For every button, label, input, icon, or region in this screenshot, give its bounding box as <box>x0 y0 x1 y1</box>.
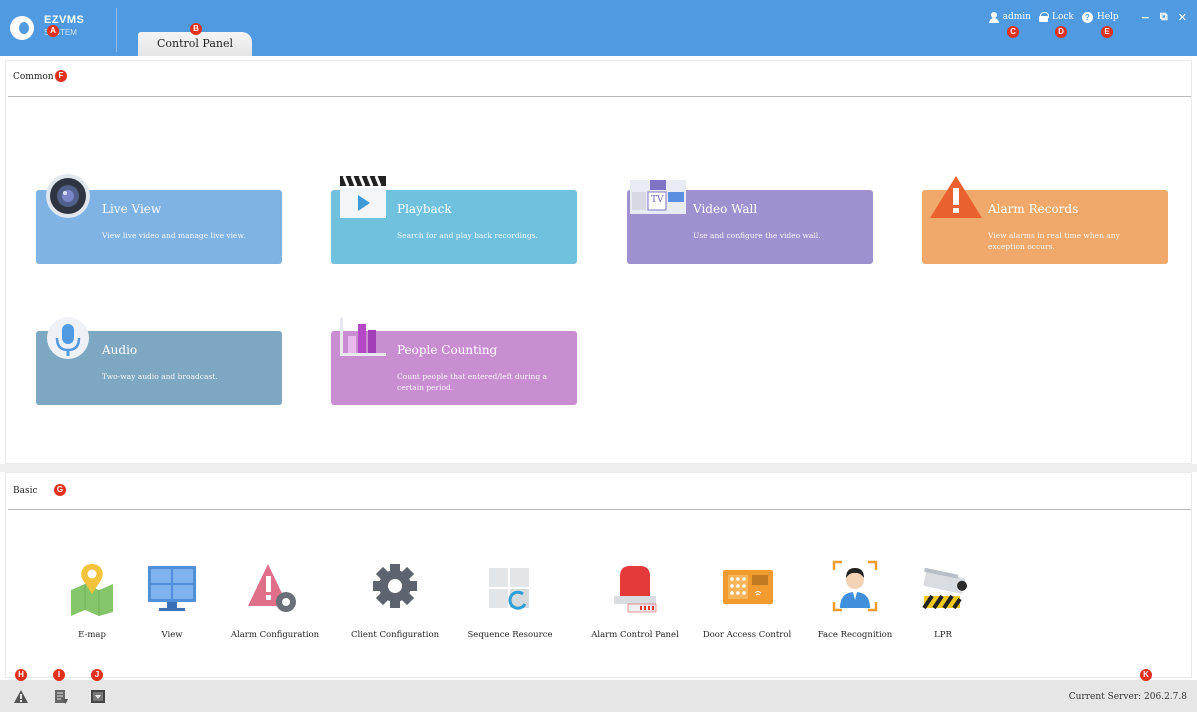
lock-icon <box>1038 12 1049 22</box>
section-gap <box>0 464 1197 472</box>
clapper-icon <box>340 175 386 218</box>
callout-badge-h: H <box>15 669 27 681</box>
logo-text: EZVMS <box>44 14 85 26</box>
tile-audio-title: Audio <box>102 343 138 357</box>
help-icon: ? <box>1081 11 1093 23</box>
svg-text:TV: TV <box>651 195 664 205</box>
server-label: Current Server: <box>1068 692 1142 702</box>
server-ip: 206.2.7.8 <box>1144 692 1187 702</box>
common-divider <box>8 96 1191 97</box>
user-name: admin <box>1002 12 1031 22</box>
tile-alarm-records-desc: View alarms in real time when any except… <box>988 231 1120 251</box>
alarm-gear-icon <box>248 564 296 612</box>
tile-live-view-desc: View live video and manage live view. <box>102 231 246 240</box>
user-menu[interactable]: admin <box>988 11 1031 23</box>
keypad-icon <box>723 570 773 604</box>
tile-live-view-title: Live View <box>102 202 162 216</box>
video-wall-icon: TV <box>630 180 686 214</box>
callout-badge-i: I <box>53 669 65 681</box>
log-icon[interactable] <box>54 690 68 704</box>
tile-alarm-records-title: Alarm Records <box>988 202 1079 216</box>
basic-item-lpr-label: LPR <box>934 630 952 640</box>
callout-badge-f: F <box>55 70 67 82</box>
callout-badge-j: J <box>91 669 103 681</box>
callout-badge-d: D <box>1055 26 1067 38</box>
current-server: Current Server: 206.2.7.8 <box>1069 692 1187 702</box>
gear-icon <box>373 564 417 608</box>
basic-item-view-label: View <box>161 630 183 640</box>
lock-label: Lock <box>1051 12 1074 22</box>
tile-video-wall-title: Video Wall <box>693 202 758 216</box>
alarm-warning-icon <box>930 176 982 218</box>
bar-chart-icon <box>340 318 386 356</box>
user-toolbar: admin Lock ? Help − ⧉ ✕ <box>981 10 1187 24</box>
minimize-button[interactable]: − <box>1141 11 1150 24</box>
status-bar: Current Server: 206.2.7.8 <box>0 680 1197 712</box>
basic-item-sequence-resource-label: Sequence Resource <box>467 630 553 640</box>
callout-badge-e: E <box>1101 26 1113 38</box>
lpr-camera-icon <box>922 567 968 610</box>
download-icon[interactable] <box>91 690 105 703</box>
logo-icon <box>10 16 34 40</box>
lock-button[interactable]: Lock <box>1038 12 1074 22</box>
basic-item-door-access-control-label: Door Access Control <box>702 630 792 640</box>
close-button[interactable]: ✕ <box>1178 11 1187 24</box>
tile-people-counting-desc: Count people that entered/left during a … <box>397 372 547 392</box>
tile-people-counting-title: People Counting <box>397 343 498 357</box>
basic-item-alarm-configuration-label: Alarm Configuration <box>230 630 320 640</box>
basic-item-client-configuration-label: Client Configuration <box>350 630 440 640</box>
tile-video-wall-desc: Use and configure the video wall. <box>693 231 821 240</box>
help-label: Help <box>1096 12 1119 22</box>
tab-control-panel[interactable]: Control Panel <box>138 32 252 56</box>
monitor-grid-icon <box>148 566 196 611</box>
app-logo: EZVMS SYSTEM <box>10 14 120 44</box>
restore-button[interactable]: ⧉ <box>1160 10 1168 24</box>
callout-badge-a: A <box>47 25 59 37</box>
tile-playback-title: Playback <box>397 202 452 216</box>
siren-icon <box>614 566 657 613</box>
map-pin-icon <box>71 564 113 616</box>
callout-badge-c: C <box>1007 26 1019 38</box>
alarm-icon[interactable] <box>14 690 28 703</box>
face-scan-icon <box>832 560 878 612</box>
callout-badge-g: G <box>54 484 66 496</box>
basic-divider <box>8 509 1191 510</box>
common-section-title: Common <box>13 72 54 82</box>
microphone-icon <box>47 317 89 359</box>
help-button[interactable]: ? Help <box>1081 11 1119 23</box>
user-icon <box>988 11 999 23</box>
tile-audio-desc: Two-way audio and broadcast. <box>102 372 218 381</box>
title-divider <box>116 8 117 52</box>
camera-icon <box>46 174 90 218</box>
basic-item-alarm-control-panel-label: Alarm Control Panel <box>591 630 679 640</box>
callout-badge-b: B <box>190 23 202 35</box>
callout-badge-k: K <box>1140 669 1152 681</box>
sequence-icon <box>489 568 529 610</box>
tile-playback-desc: Search for and play back recordings. <box>397 231 538 240</box>
basic-section-title: Basic <box>13 486 38 496</box>
